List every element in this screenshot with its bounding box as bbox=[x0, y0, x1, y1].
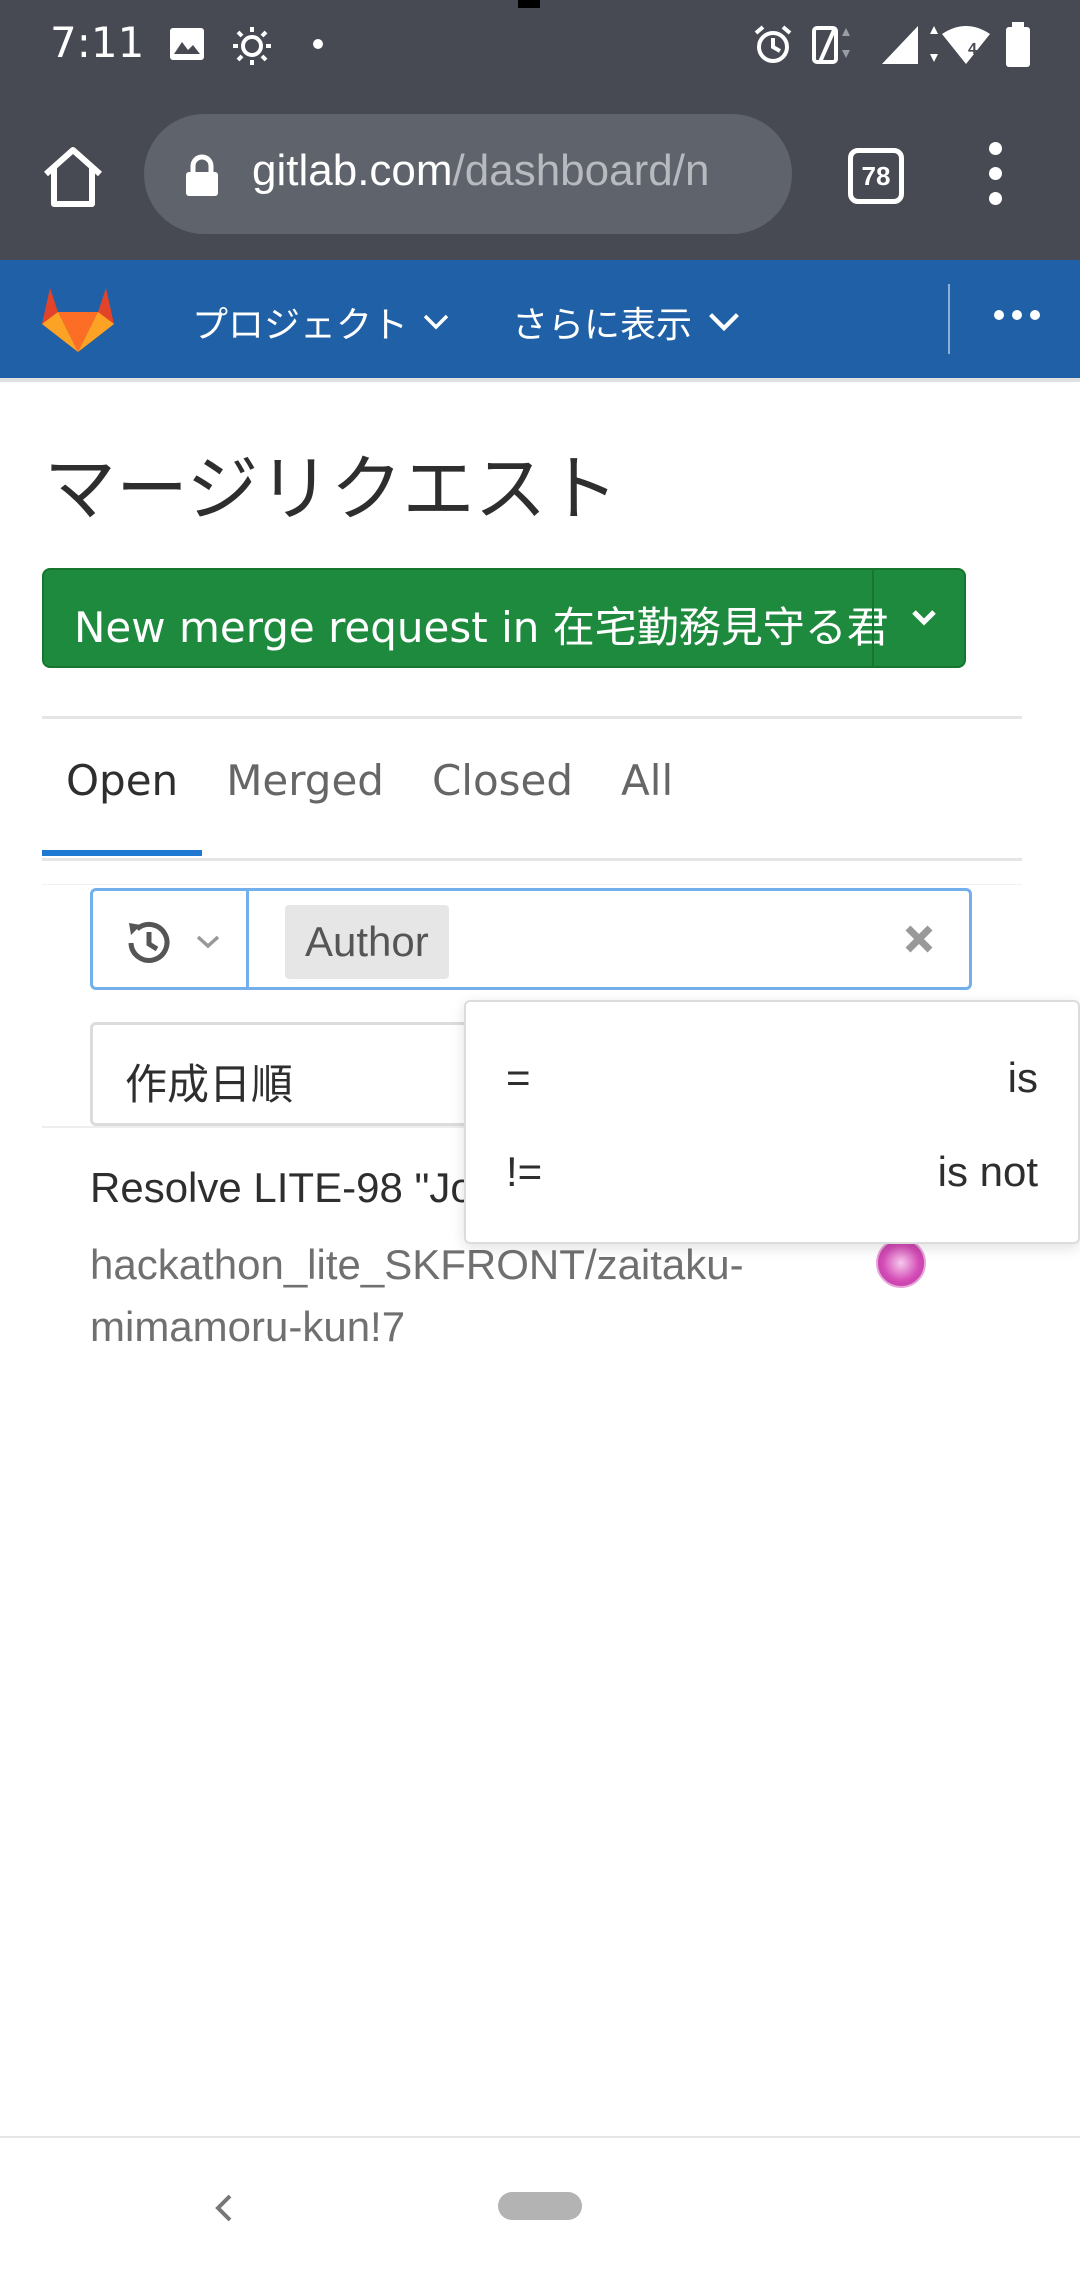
state-tabs: Open Merged Closed All bbox=[42, 756, 697, 856]
sort-dropdown[interactable]: 作成日順 bbox=[90, 1022, 490, 1126]
operator-option-is[interactable]: = is bbox=[466, 1030, 1078, 1126]
operator-label: is bbox=[1007, 1054, 1038, 1101]
operator-label: is not bbox=[937, 1148, 1038, 1195]
recent-searches-dropdown[interactable] bbox=[93, 891, 249, 987]
button-separator bbox=[872, 570, 874, 666]
status-time: 7:11 bbox=[50, 18, 145, 67]
chevron-down-icon bbox=[709, 313, 739, 332]
cellular-signal-icon bbox=[882, 26, 918, 64]
operator-option-is-not[interactable]: != is not bbox=[466, 1124, 1078, 1220]
new-merge-request-label: New merge request in 在宅勤務見守る君 bbox=[74, 603, 889, 652]
tab-merged[interactable]: Merged bbox=[202, 756, 408, 856]
header-divider bbox=[948, 284, 950, 354]
address-bar[interactable]: gitlab.com/dashboard/n bbox=[144, 114, 792, 234]
notification-dot-icon bbox=[313, 39, 323, 49]
alarm-icon bbox=[754, 25, 792, 63]
image-icon bbox=[170, 28, 204, 60]
header-bottom-border bbox=[0, 378, 1080, 382]
chevron-down-icon[interactable] bbox=[904, 604, 944, 634]
more-options-icon[interactable] bbox=[994, 310, 1044, 324]
filter-token-author[interactable]: Author bbox=[285, 905, 449, 979]
author-avatar[interactable] bbox=[876, 1238, 926, 1288]
navigation-bar-border bbox=[0, 2136, 1080, 2138]
divider bbox=[42, 884, 1022, 885]
page-title: マージリクエスト bbox=[44, 447, 619, 531]
nav-more-dropdown[interactable]: さらに表示 bbox=[512, 296, 742, 348]
divider bbox=[42, 716, 1022, 719]
lock-icon bbox=[186, 154, 218, 196]
gitlab-logo-icon[interactable] bbox=[40, 284, 116, 354]
mobile-data-icon bbox=[812, 26, 850, 64]
back-icon[interactable] bbox=[206, 2190, 242, 2226]
operator-symbol: = bbox=[506, 1054, 531, 1101]
brightness-icon bbox=[233, 27, 271, 65]
merge-request-reference: hackathon_lite_SKFRONT/zaitaku-mimamoru-… bbox=[90, 1241, 744, 1350]
operator-dropdown: = is != is not bbox=[464, 1000, 1080, 1244]
divider bbox=[42, 858, 1022, 861]
tab-open[interactable]: Open bbox=[42, 756, 203, 856]
nav-more-label: さらに表示 bbox=[512, 305, 693, 346]
sort-selected-value: 作成日順 bbox=[125, 1060, 294, 1109]
browser-toolbar: gitlab.com/dashboard/n 78 bbox=[0, 92, 1080, 260]
url-host: gitlab.com bbox=[252, 146, 453, 195]
home-gesture-pill[interactable] bbox=[498, 2192, 582, 2220]
wifi-badge: 4 bbox=[968, 41, 977, 58]
battery-icon bbox=[1006, 22, 1030, 67]
tab-closed[interactable]: Closed bbox=[408, 756, 597, 856]
filtered-search-bar[interactable]: Author bbox=[90, 888, 972, 990]
url-path: /dashboard/n bbox=[452, 146, 710, 195]
chevron-down-icon bbox=[196, 935, 220, 949]
chevron-down-icon bbox=[423, 314, 449, 330]
merge-request-title[interactable]: Resolve LITE-98 "Jo bbox=[90, 1164, 474, 1212]
browser-menu-icon[interactable] bbox=[980, 142, 1010, 212]
tab-all[interactable]: All bbox=[597, 756, 697, 856]
url-text: gitlab.com/dashboard/n bbox=[252, 146, 709, 196]
history-icon bbox=[128, 921, 170, 963]
new-merge-request-button[interactable]: New merge request in 在宅勤務見守る君 bbox=[42, 568, 966, 668]
nav-projects-dropdown[interactable]: プロジェクト bbox=[192, 296, 450, 348]
wifi-icon: 4 bbox=[930, 26, 990, 64]
nav-projects-label: プロジェクト bbox=[192, 305, 409, 346]
status-bar: 7:11 4 bbox=[0, 0, 1080, 92]
gitlab-header: プロジェクト さらに表示 bbox=[0, 260, 1080, 378]
clear-search-icon[interactable] bbox=[903, 923, 935, 955]
operator-symbol: != bbox=[506, 1148, 543, 1195]
home-icon[interactable] bbox=[38, 142, 108, 212]
camera-notch bbox=[518, 0, 540, 8]
tab-switcher-button[interactable]: 78 bbox=[848, 148, 904, 204]
